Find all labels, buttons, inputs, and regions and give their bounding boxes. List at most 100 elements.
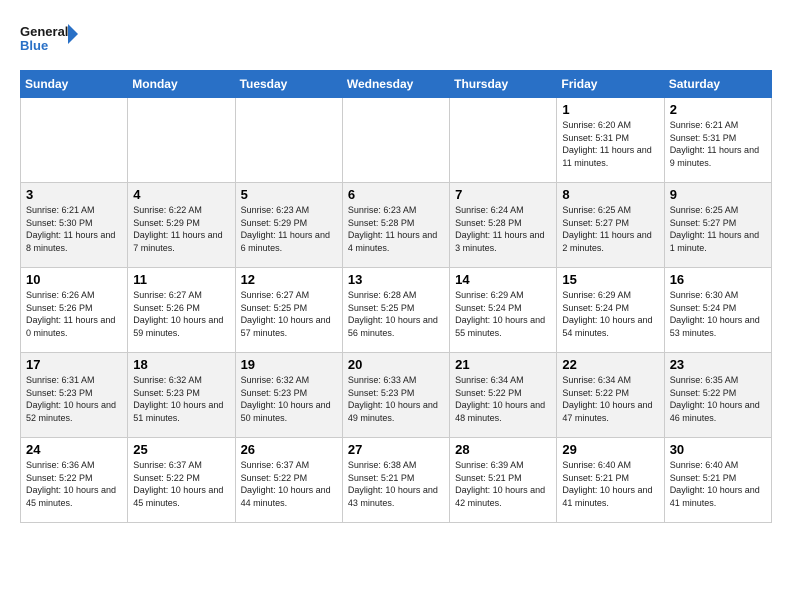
day-cell: 12 Sunrise: 6:27 AM Sunset: 5:25 PM Dayli…	[235, 268, 342, 353]
day-info: Sunrise: 6:23 AM Sunset: 5:29 PM Dayligh…	[241, 204, 337, 254]
day-number: 18	[133, 357, 229, 372]
day-info: Sunrise: 6:40 AM Sunset: 5:21 PM Dayligh…	[670, 459, 766, 509]
day-info: Sunrise: 6:35 AM Sunset: 5:22 PM Dayligh…	[670, 374, 766, 424]
day-number: 19	[241, 357, 337, 372]
day-cell: 23 Sunrise: 6:35 AM Sunset: 5:22 PM Dayli…	[664, 353, 771, 438]
day-cell: 29Sunrise: 6:40 AM Sunset: 5:21 PM Dayli…	[557, 438, 664, 523]
day-number: 23	[670, 357, 766, 372]
day-cell: 8 Sunrise: 6:25 AM Sunset: 5:27 PM Daylig…	[557, 183, 664, 268]
header-cell-sunday: Sunday	[21, 71, 128, 98]
day-cell: 22 Sunrise: 6:34 AM Sunset: 5:22 PM Dayli…	[557, 353, 664, 438]
day-info: Sunrise: 6:26 AM Sunset: 5:26 PM Dayligh…	[26, 289, 122, 339]
day-info: Sunrise: 6:31 AM Sunset: 5:23 PM Dayligh…	[26, 374, 122, 424]
header-cell-saturday: Saturday	[664, 71, 771, 98]
day-cell	[342, 98, 449, 183]
svg-text:Blue: Blue	[20, 38, 48, 53]
day-cell: 14 Sunrise: 6:29 AM Sunset: 5:24 PM Dayli…	[450, 268, 557, 353]
week-row-2: 3 Sunrise: 6:21 AM Sunset: 5:30 PM Daylig…	[21, 183, 772, 268]
day-number: 25	[133, 442, 229, 457]
day-cell	[128, 98, 235, 183]
day-info: Sunrise: 6:27 AM Sunset: 5:25 PM Dayligh…	[241, 289, 337, 339]
day-cell: 4 Sunrise: 6:22 AM Sunset: 5:29 PM Daylig…	[128, 183, 235, 268]
calendar-body: 1 Sunrise: 6:20 AM Sunset: 5:31 PM Daylig…	[21, 98, 772, 523]
day-number: 8	[562, 187, 658, 202]
day-info: Sunrise: 6:37 AM Sunset: 5:22 PM Dayligh…	[133, 459, 229, 509]
day-number: 16	[670, 272, 766, 287]
day-cell: 30 Sunrise: 6:40 AM Sunset: 5:21 PM Dayli…	[664, 438, 771, 523]
header: General Blue	[20, 20, 772, 60]
day-number: 13	[348, 272, 444, 287]
day-info: Sunrise: 6:29 AM Sunset: 5:24 PM Dayligh…	[455, 289, 551, 339]
day-info: Sunrise: 6:32 AM Sunset: 5:23 PM Dayligh…	[241, 374, 337, 424]
day-cell	[21, 98, 128, 183]
day-cell: 2Sunrise: 6:21 AM Sunset: 5:31 PM Daylig…	[664, 98, 771, 183]
day-number: 30	[670, 442, 766, 457]
day-number: 28	[455, 442, 551, 457]
calendar-header: SundayMondayTuesdayWednesdayThursdayFrid…	[21, 71, 772, 98]
logo-svg: General Blue	[20, 20, 80, 60]
day-number: 7	[455, 187, 551, 202]
day-cell: 18 Sunrise: 6:32 AM Sunset: 5:23 PM Dayli…	[128, 353, 235, 438]
day-cell: 3 Sunrise: 6:21 AM Sunset: 5:30 PM Daylig…	[21, 183, 128, 268]
day-number: 17	[26, 357, 122, 372]
header-cell-monday: Monday	[128, 71, 235, 98]
day-cell: 9 Sunrise: 6:25 AM Sunset: 5:27 PM Daylig…	[664, 183, 771, 268]
day-info: Sunrise: 6:40 AM Sunset: 5:21 PM Dayligh…	[562, 459, 658, 509]
day-cell: 24 Sunrise: 6:36 AM Sunset: 5:22 PM Dayli…	[21, 438, 128, 523]
week-row-3: 10 Sunrise: 6:26 AM Sunset: 5:26 PM Dayli…	[21, 268, 772, 353]
day-cell: 21Sunrise: 6:34 AM Sunset: 5:22 PM Dayli…	[450, 353, 557, 438]
day-info: Sunrise: 6:39 AM Sunset: 5:21 PM Dayligh…	[455, 459, 551, 509]
week-row-1: 1 Sunrise: 6:20 AM Sunset: 5:31 PM Daylig…	[21, 98, 772, 183]
header-cell-friday: Friday	[557, 71, 664, 98]
header-cell-wednesday: Wednesday	[342, 71, 449, 98]
day-cell: 7 Sunrise: 6:24 AM Sunset: 5:28 PM Daylig…	[450, 183, 557, 268]
day-info: Sunrise: 6:21 AM Sunset: 5:30 PM Dayligh…	[26, 204, 122, 254]
day-number: 10	[26, 272, 122, 287]
day-info: Sunrise: 6:34 AM Sunset: 5:22 PM Dayligh…	[562, 374, 658, 424]
day-cell: 27 Sunrise: 6:38 AM Sunset: 5:21 PM Dayli…	[342, 438, 449, 523]
week-row-5: 24 Sunrise: 6:36 AM Sunset: 5:22 PM Dayli…	[21, 438, 772, 523]
day-number: 22	[562, 357, 658, 372]
day-cell: 28 Sunrise: 6:39 AM Sunset: 5:21 PM Dayli…	[450, 438, 557, 523]
day-number: 4	[133, 187, 229, 202]
day-cell: 26 Sunrise: 6:37 AM Sunset: 5:22 PM Dayli…	[235, 438, 342, 523]
day-number: 3	[26, 187, 122, 202]
day-number: 1	[562, 102, 658, 117]
day-number: 21	[455, 357, 551, 372]
day-info: Sunrise: 6:20 AM Sunset: 5:31 PM Dayligh…	[562, 119, 658, 169]
header-row: SundayMondayTuesdayWednesdayThursdayFrid…	[21, 71, 772, 98]
day-number: 27	[348, 442, 444, 457]
day-cell: 13Sunrise: 6:28 AM Sunset: 5:25 PM Dayli…	[342, 268, 449, 353]
day-info: Sunrise: 6:32 AM Sunset: 5:23 PM Dayligh…	[133, 374, 229, 424]
week-row-4: 17 Sunrise: 6:31 AM Sunset: 5:23 PM Dayli…	[21, 353, 772, 438]
day-number: 14	[455, 272, 551, 287]
day-number: 24	[26, 442, 122, 457]
header-cell-tuesday: Tuesday	[235, 71, 342, 98]
day-number: 26	[241, 442, 337, 457]
day-cell: 16 Sunrise: 6:30 AM Sunset: 5:24 PM Dayli…	[664, 268, 771, 353]
day-cell	[235, 98, 342, 183]
day-info: Sunrise: 6:29 AM Sunset: 5:24 PM Dayligh…	[562, 289, 658, 339]
day-info: Sunrise: 6:37 AM Sunset: 5:22 PM Dayligh…	[241, 459, 337, 509]
day-cell: 25 Sunrise: 6:37 AM Sunset: 5:22 PM Dayli…	[128, 438, 235, 523]
day-cell: 20Sunrise: 6:33 AM Sunset: 5:23 PM Dayli…	[342, 353, 449, 438]
day-info: Sunrise: 6:25 AM Sunset: 5:27 PM Dayligh…	[562, 204, 658, 254]
day-info: Sunrise: 6:23 AM Sunset: 5:28 PM Dayligh…	[348, 204, 444, 254]
day-info: Sunrise: 6:36 AM Sunset: 5:22 PM Dayligh…	[26, 459, 122, 509]
day-number: 15	[562, 272, 658, 287]
svg-text:General: General	[20, 24, 68, 39]
day-info: Sunrise: 6:30 AM Sunset: 5:24 PM Dayligh…	[670, 289, 766, 339]
logo: General Blue	[20, 20, 80, 60]
day-info: Sunrise: 6:27 AM Sunset: 5:26 PM Dayligh…	[133, 289, 229, 339]
day-info: Sunrise: 6:38 AM Sunset: 5:21 PM Dayligh…	[348, 459, 444, 509]
day-info: Sunrise: 6:33 AM Sunset: 5:23 PM Dayligh…	[348, 374, 444, 424]
day-info: Sunrise: 6:25 AM Sunset: 5:27 PM Dayligh…	[670, 204, 766, 254]
day-number: 9	[670, 187, 766, 202]
day-cell	[450, 98, 557, 183]
day-cell: 11Sunrise: 6:27 AM Sunset: 5:26 PM Dayli…	[128, 268, 235, 353]
day-info: Sunrise: 6:22 AM Sunset: 5:29 PM Dayligh…	[133, 204, 229, 254]
day-cell: 15 Sunrise: 6:29 AM Sunset: 5:24 PM Dayli…	[557, 268, 664, 353]
day-info: Sunrise: 6:21 AM Sunset: 5:31 PM Dayligh…	[670, 119, 766, 169]
day-number: 12	[241, 272, 337, 287]
day-info: Sunrise: 6:24 AM Sunset: 5:28 PM Dayligh…	[455, 204, 551, 254]
